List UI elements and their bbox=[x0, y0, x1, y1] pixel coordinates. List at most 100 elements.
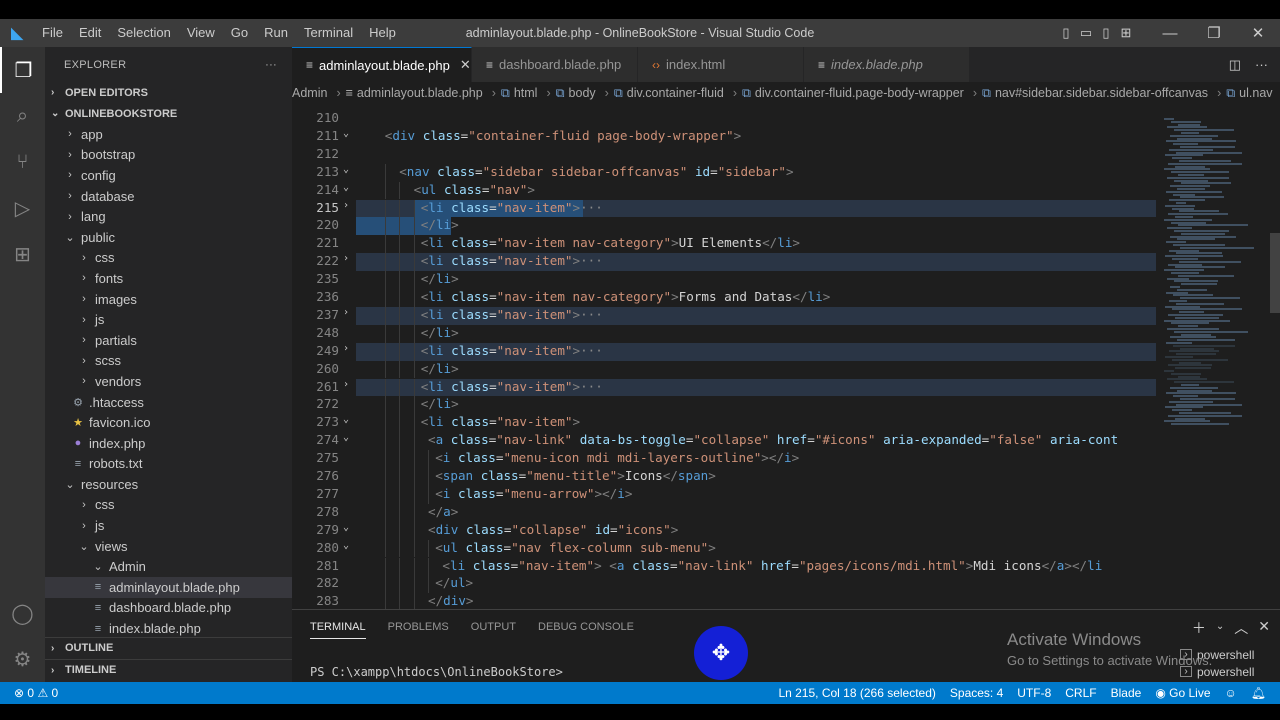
code-line[interactable]: 210 bbox=[292, 110, 1156, 128]
tree-item[interactable]: ★ favicon.ico bbox=[45, 412, 292, 433]
maximize-panel-icon[interactable]: ︿ bbox=[1234, 618, 1248, 638]
tree-item[interactable]: › fonts bbox=[45, 268, 292, 289]
breadcrumb-item[interactable]: nav#sidebar.sidebar.sidebar-offcanvas bbox=[995, 86, 1208, 100]
tree-item[interactable]: › images bbox=[45, 289, 292, 310]
cursor-position[interactable]: Ln 215, Col 18 (266 selected) bbox=[778, 682, 935, 704]
fold-chevron-down-icon[interactable]: ⌄ bbox=[339, 164, 353, 175]
more-editor-actions-icon[interactable]: ··· bbox=[1255, 57, 1268, 72]
end-of-line[interactable]: CRLF bbox=[1065, 682, 1096, 704]
tree-item[interactable]: › lang bbox=[45, 206, 292, 227]
menu-item-help[interactable]: Help bbox=[361, 19, 404, 47]
tree-item[interactable]: ⌄ Admin bbox=[45, 556, 292, 577]
scrollbar-thumb[interactable] bbox=[1270, 233, 1280, 313]
fold-chevron-down-icon[interactable]: ⌄ bbox=[339, 128, 353, 139]
code-line[interactable]: 213 ⌄ <nav class="sidebar sidebar-offcanva… bbox=[292, 163, 1156, 182]
tab-adminlayout-blade-php[interactable]: ≡ adminlayout.blade.php ✕ bbox=[292, 47, 472, 82]
tree-item[interactable]: › database bbox=[45, 186, 292, 207]
code-line[interactable]: 278 </a> bbox=[292, 503, 1156, 522]
outline-section[interactable]: › OUTLINE bbox=[45, 637, 292, 658]
code-line[interactable]: 274 ⌄ <a class="nav-link" data-bs-toggle="… bbox=[292, 432, 1156, 451]
menu-item-run[interactable]: Run bbox=[256, 19, 296, 47]
run-debug-icon[interactable]: ▷ bbox=[0, 185, 45, 231]
fold-chevron-right-icon[interactable]: › bbox=[339, 343, 353, 354]
menu-item-selection[interactable]: Selection bbox=[109, 19, 178, 47]
code-line[interactable]: 276 <span class="menu-title">Icons</span> bbox=[292, 468, 1156, 486]
close-icon[interactable]: ✕ bbox=[460, 57, 471, 73]
tree-item[interactable]: › css bbox=[45, 495, 292, 516]
toggle-sidebar-icon[interactable]: ▯ bbox=[1056, 25, 1076, 41]
feedback-icon[interactable]: ☺ bbox=[1225, 682, 1237, 704]
open-editors-section[interactable]: › OPEN EDITORS bbox=[45, 82, 292, 103]
tree-item[interactable]: ≡ index.blade.php bbox=[45, 618, 292, 639]
fold-chevron-down-icon[interactable]: ⌄ bbox=[339, 540, 353, 551]
code-line[interactable]: 212 bbox=[292, 146, 1156, 164]
explorer-icon[interactable]: ❐ bbox=[0, 47, 45, 93]
tree-item[interactable]: › bootstrap bbox=[45, 145, 292, 166]
tree-item[interactable]: ⌄ public bbox=[45, 227, 292, 248]
code-line[interactable]: 249 › <li class="nav-item">··· bbox=[292, 342, 1156, 361]
indentation[interactable]: Spaces: 4 bbox=[950, 682, 1003, 704]
vertical-scrollbar[interactable] bbox=[1270, 108, 1280, 628]
breadcrumb-item[interactable]: div.container-fluid.page-body-wrapper bbox=[755, 86, 964, 100]
code-line[interactable]: 273 ⌄ <li class="nav-item"> bbox=[292, 414, 1156, 433]
fold-chevron-right-icon[interactable]: › bbox=[339, 379, 353, 390]
tab-terminal[interactable]: TERMINAL bbox=[310, 621, 366, 639]
menu-item-view[interactable]: View bbox=[179, 19, 223, 47]
tree-item[interactable]: › app bbox=[45, 124, 292, 145]
code-line[interactable]: 215 › <li class="nav-item">··· bbox=[292, 199, 1156, 218]
code-line[interactable]: 220 </li> bbox=[292, 217, 1156, 236]
code-line[interactable]: 279 ⌄ <div class="collapse" id="icons"> bbox=[292, 521, 1156, 540]
tree-item[interactable]: › js bbox=[45, 515, 292, 536]
code-line[interactable]: 282 </ul> bbox=[292, 575, 1156, 594]
fold-chevron-down-icon[interactable]: ⌄ bbox=[339, 522, 353, 533]
notifications-bell-icon[interactable]: 🔔︎ bbox=[1251, 682, 1266, 704]
breadcrumb-item[interactable]: html bbox=[514, 86, 538, 100]
code-line[interactable]: 275 <i class="menu-icon mdi mdi-layers-ou… bbox=[292, 450, 1156, 468]
tree-item[interactable]: › vendors bbox=[45, 371, 292, 392]
menu-item-go[interactable]: Go bbox=[223, 19, 256, 47]
search-icon[interactable]: ⌕ bbox=[0, 93, 45, 139]
tab-index-html[interactable]: ‹› index.html bbox=[638, 47, 804, 82]
menu-item-file[interactable]: File bbox=[34, 19, 71, 47]
tree-item[interactable]: ⌄ resources bbox=[45, 474, 292, 495]
split-editor-icon[interactable]: ◫ bbox=[1229, 57, 1241, 73]
code-line[interactable]: 261 › <li class="nav-item">··· bbox=[292, 378, 1156, 397]
close-window-button[interactable]: ✕ bbox=[1236, 24, 1280, 42]
code-line[interactable]: 236 <li class="nav-item nav-category">For… bbox=[292, 289, 1156, 307]
tree-item[interactable]: ⌄ views bbox=[45, 536, 292, 557]
chevron-down-icon[interactable]: ⌄ bbox=[1216, 621, 1224, 638]
account-icon[interactable]: ◯ bbox=[0, 590, 45, 636]
problems-status[interactable]: ⊗ 0 ⚠ 0 bbox=[14, 682, 58, 704]
minimize-button[interactable]: — bbox=[1148, 25, 1192, 42]
fold-chevron-down-icon[interactable]: ⌄ bbox=[339, 414, 353, 425]
fold-chevron-down-icon[interactable]: ⌄ bbox=[339, 182, 353, 193]
more-actions-icon[interactable]: ··· bbox=[265, 59, 277, 71]
tree-item[interactable]: ● index.php bbox=[45, 433, 292, 454]
tree-item[interactable]: › config bbox=[45, 165, 292, 186]
tree-item[interactable]: ⚙ .htaccess bbox=[45, 392, 292, 413]
tree-item[interactable]: ≡ dashboard.blade.php bbox=[45, 598, 292, 619]
tab-debug-console[interactable]: DEBUG CONSOLE bbox=[538, 621, 634, 633]
tree-item[interactable]: › partials bbox=[45, 330, 292, 351]
encoding[interactable]: UTF-8 bbox=[1017, 682, 1051, 704]
code-line[interactable]: 277 <i class="menu-arrow"></i> bbox=[292, 485, 1156, 504]
code-line[interactable]: 248 </li> bbox=[292, 324, 1156, 343]
restore-button[interactable]: ❐ bbox=[1192, 24, 1236, 42]
fold-chevron-right-icon[interactable]: › bbox=[339, 307, 353, 318]
fold-chevron-right-icon[interactable]: › bbox=[339, 200, 353, 211]
manage-gear-icon[interactable]: ⚙ bbox=[0, 636, 45, 682]
tree-item[interactable]: › js bbox=[45, 309, 292, 330]
tab-dashboard-blade-php[interactable]: ≡ dashboard.blade.php bbox=[472, 47, 638, 82]
fold-chevron-down-icon[interactable]: ⌄ bbox=[339, 432, 353, 443]
code-line[interactable]: 214 ⌄ <ul class="nav"> bbox=[292, 181, 1156, 200]
go-live-button[interactable]: ◉ Go Live bbox=[1155, 682, 1210, 704]
terminal-prompt[interactable]: PS C:\xampp\htdocs\OnlineBookStore> bbox=[310, 665, 563, 679]
close-panel-icon[interactable]: ✕ bbox=[1258, 618, 1270, 638]
extensions-icon[interactable]: ⊞ bbox=[0, 231, 45, 277]
language-mode[interactable]: Blade bbox=[1111, 682, 1142, 704]
breadcrumb-item[interactable]: body bbox=[569, 86, 596, 100]
tab-problems[interactable]: PROBLEMS bbox=[388, 621, 449, 633]
code-line[interactable]: 211 ⌄ <div class="container-fluid page-bod… bbox=[292, 128, 1156, 146]
menu-item-edit[interactable]: Edit bbox=[71, 19, 109, 47]
source-control-icon[interactable]: ⑂ bbox=[0, 139, 45, 185]
